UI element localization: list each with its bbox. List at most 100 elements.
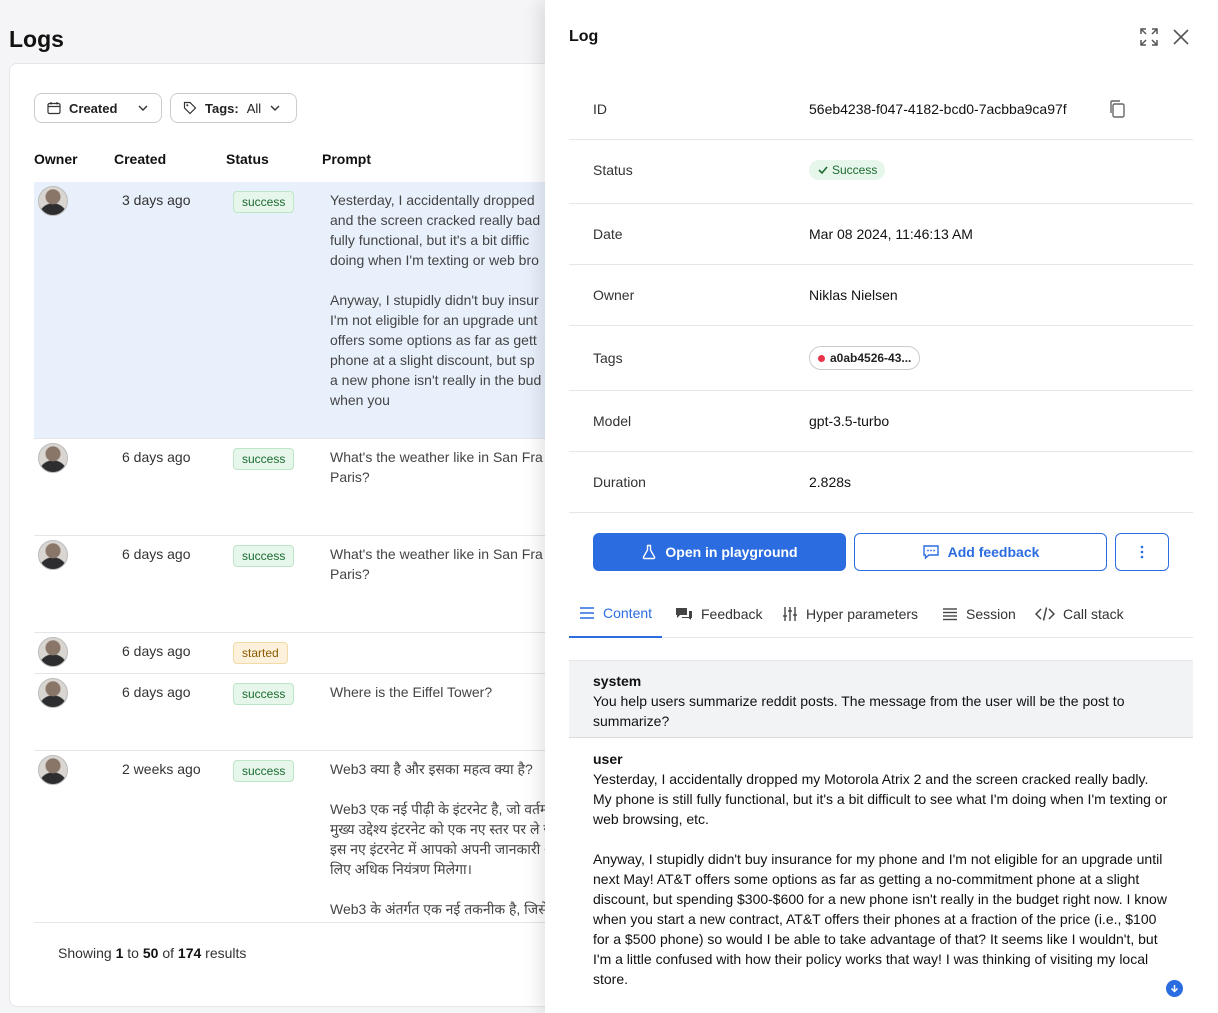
owner-value: Niklas Nielsen	[809, 287, 898, 303]
duration-label: Duration	[593, 474, 646, 490]
avatar	[38, 186, 68, 216]
tab-content[interactable]: Content	[569, 590, 663, 638]
table-row[interactable]: 2 weeks ago success Web3 क्या है और इसका…	[34, 751, 568, 923]
status-badge: success	[233, 448, 295, 470]
flask-icon	[643, 544, 656, 560]
tab-session-label: Session	[966, 606, 1016, 622]
detail-row-tags: Tags a0ab4526-43...	[569, 326, 1193, 391]
avatar	[38, 443, 68, 473]
pagination-to-label: to	[127, 945, 139, 961]
message-text: You help users summarize reddit posts. T…	[593, 693, 1129, 729]
tab-hyper-parameters-label: Hyper parameters	[806, 606, 919, 622]
created-cell: 6 days ago	[122, 684, 191, 700]
duration-value: 2.828s	[809, 474, 852, 490]
avatar	[38, 678, 68, 708]
model-value: gpt-3.5-turbo	[809, 413, 890, 429]
column-header-prompt[interactable]: Prompt	[322, 151, 371, 167]
open-in-playground-button[interactable]: Open in playground	[593, 533, 846, 571]
scroll-down-icon[interactable]	[1166, 980, 1183, 997]
column-header-created[interactable]: Created	[114, 151, 166, 167]
pagination-results-label: results	[205, 945, 247, 961]
close-icon[interactable]	[1170, 26, 1192, 48]
status-badge: success	[233, 545, 295, 567]
date-value: Mar 08 2024, 11:46:13 AM	[809, 226, 973, 242]
prompt-cell: What's the weather like in San Fra Paris…	[330, 546, 543, 582]
table-row[interactable]: 6 days ago success Where is the Eiffel T…	[34, 674, 568, 751]
id-label: ID	[593, 101, 607, 117]
column-header-owner[interactable]: Owner	[34, 151, 78, 167]
chevron-down-icon	[270, 105, 280, 111]
logs-table-card: Created Tags: All Owner Created Status P…	[9, 63, 569, 1007]
avatar	[38, 540, 68, 570]
pagination-summary: Showing 1 to 50 of 174 results	[58, 945, 246, 961]
more-options-button[interactable]	[1115, 533, 1169, 571]
created-filter-button[interactable]: Created	[34, 93, 162, 123]
table-row[interactable]: 6 days ago success What's the weather li…	[34, 536, 568, 633]
tags-label: Tags	[593, 350, 623, 366]
add-feedback-button[interactable]: Add feedback	[854, 533, 1107, 571]
detail-row-model: Model gpt-3.5-turbo	[569, 391, 1193, 452]
status-label: Status	[593, 162, 633, 178]
prompt-cell: Where is the Eiffel Tower?	[330, 684, 493, 700]
tag-pill[interactable]: a0ab4526-43...	[809, 346, 921, 370]
created-cell: 3 days ago	[122, 192, 191, 208]
status-badge: success	[233, 683, 295, 705]
page-title: Logs	[9, 26, 64, 52]
message-role: system	[593, 673, 642, 689]
checkmark-icon	[818, 166, 828, 175]
list-icon	[943, 608, 957, 621]
copy-icon[interactable]	[1108, 99, 1126, 124]
tab-hyper-parameters[interactable]: Hyper parameters	[782, 590, 918, 638]
pagination-total: 174	[177, 945, 202, 961]
tab-call-stack-label: Call stack	[1063, 606, 1124, 622]
status-badge: started	[233, 642, 288, 664]
table-row[interactable]: 6 days ago success What's the weather li…	[34, 439, 568, 536]
tags-filter-label: Tags:	[205, 100, 239, 116]
detail-row-status: Status Success	[569, 140, 1193, 204]
created-filter-label: Created	[69, 100, 118, 116]
feedback-icon	[676, 608, 692, 620]
tab-feedback-label: Feedback	[701, 606, 763, 622]
date-label: Date	[593, 226, 623, 242]
prompt-cell: What's the weather like in San Fra Paris…	[330, 449, 543, 485]
chat-bubble-icon	[922, 545, 939, 560]
created-cell: 2 weeks ago	[122, 761, 201, 777]
pagination-to: 50	[142, 945, 159, 961]
created-cell: 6 days ago	[122, 546, 191, 562]
id-value: 56eb4238-f047-4182-bcd0-7acbba9ca97f	[809, 101, 1067, 117]
message-role: user	[593, 751, 623, 767]
created-cell: 6 days ago	[122, 643, 191, 659]
lines-icon	[580, 607, 594, 619]
message-text: Yesterday, I accidentally dropped my Mot…	[593, 771, 1168, 987]
tag-value: a0ab4526-43...	[830, 351, 912, 365]
add-feedback-label: Add feedback	[947, 544, 1040, 560]
tags-filter-value: All	[246, 100, 262, 116]
tags-filter-button[interactable]: Tags: All	[170, 93, 297, 123]
tab-session[interactable]: Session	[942, 590, 1016, 638]
pagination-from: 1	[115, 945, 124, 961]
panel-title: Log	[569, 28, 599, 45]
sliders-icon	[783, 607, 797, 621]
prompt-cell: Web3 क्या है और इसका महत्व क्या है? Web3…	[330, 761, 555, 917]
detail-tabs: Content Feedback Hyper parameters Sessio…	[569, 590, 1193, 638]
tab-call-stack[interactable]: Call stack	[1035, 590, 1124, 638]
tab-feedback[interactable]: Feedback	[675, 590, 762, 638]
kebab-menu-icon	[1140, 545, 1144, 559]
status-badge: Success	[809, 160, 886, 180]
table-row[interactable]: 3 days ago success Yesterday, I accident…	[34, 182, 568, 439]
avatar	[38, 755, 68, 785]
tab-content-label: Content	[603, 605, 653, 621]
table-row[interactable]: 6 days ago started	[34, 633, 568, 674]
avatar	[38, 637, 68, 667]
open-in-playground-label: Open in playground	[665, 544, 798, 560]
system-message: system You help users summarize reddit p…	[569, 660, 1193, 738]
expand-icon[interactable]	[1138, 26, 1160, 48]
detail-row-id: ID 56eb4238-f047-4182-bcd0-7acbba9ca97f	[569, 79, 1193, 140]
column-header-status[interactable]: Status	[226, 151, 269, 167]
detail-row-date: Date Mar 08 2024, 11:46:13 AM	[569, 204, 1193, 265]
prompt-cell	[330, 641, 560, 661]
log-detail-panel: Log ID 56eb4238-f047-4182-bcd0-7acbba9ca…	[545, 0, 1218, 1013]
owner-label: Owner	[593, 287, 635, 303]
code-icon	[1035, 607, 1055, 621]
detail-row-owner: Owner Niklas Nielsen	[569, 265, 1193, 326]
